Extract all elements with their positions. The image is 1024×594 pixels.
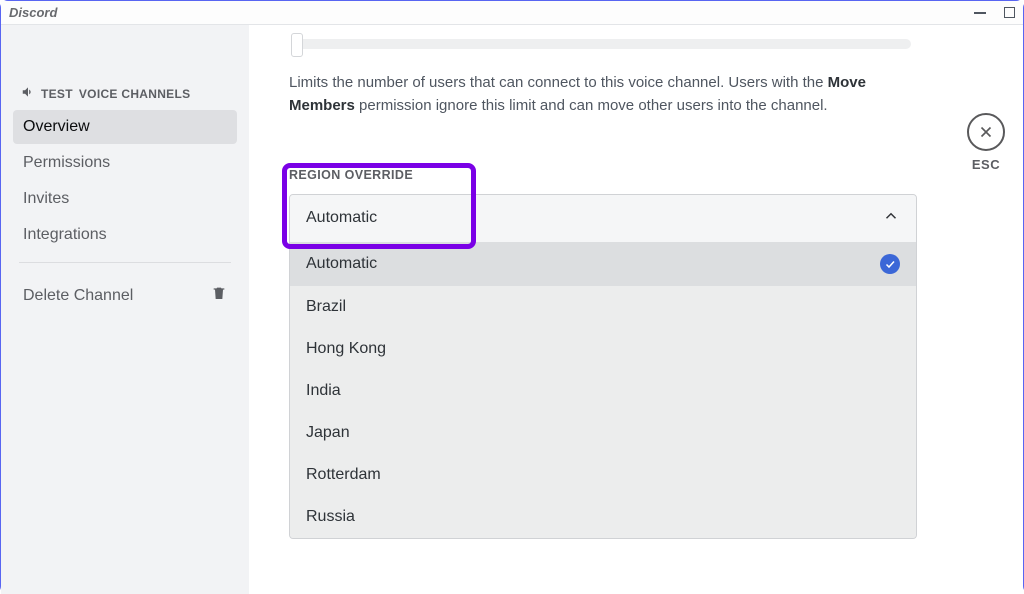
volume-icon — [21, 85, 35, 102]
sidebar-item-invites[interactable]: Invites — [13, 182, 237, 216]
window-minimize-button[interactable] — [974, 12, 986, 14]
close-icon — [967, 113, 1005, 151]
option-label: Hong Kong — [306, 340, 386, 358]
sidebar-item-label: Permissions — [23, 154, 110, 171]
close-settings[interactable]: ESC — [967, 113, 1005, 172]
chevron-up-icon — [882, 207, 900, 230]
user-limit-slider-row — [289, 33, 963, 49]
help-post: permission ignore this limit and can mov… — [355, 97, 828, 114]
settings-content: Limits the number of users that can conn… — [249, 25, 1023, 594]
option-label: Brazil — [306, 298, 346, 316]
sidebar-item-overview[interactable]: Overview — [13, 110, 237, 144]
app-body: TEST VOICE CHANNELS Overview Permissions… — [1, 25, 1023, 594]
dropdown-option-hongkong[interactable]: Hong Kong — [290, 328, 916, 370]
dropdown-option-japan[interactable]: Japan — [290, 412, 916, 454]
region-override-label: REGION OVERRIDE — [289, 168, 963, 182]
user-limit-slider[interactable] — [291, 39, 911, 49]
sidebar-item-permissions[interactable]: Permissions — [13, 146, 237, 180]
trash-icon — [211, 285, 227, 306]
window-controls — [974, 7, 1015, 18]
sidebar-item-label: Invites — [23, 190, 69, 207]
dropdown-option-automatic[interactable]: Automatic — [290, 242, 916, 286]
help-pre: Limits the number of users that can conn… — [289, 74, 828, 91]
app-title: Discord — [9, 5, 57, 20]
sidebar-header: TEST VOICE CHANNELS — [13, 85, 237, 110]
dropdown-list[interactable]: Automatic Brazil Hong Kong India Japan — [290, 242, 916, 538]
sidebar-header-label: VOICE CHANNELS — [79, 87, 191, 101]
dropdown-option-russia[interactable]: Russia — [290, 496, 916, 538]
sidebar-header-prefix: TEST — [41, 87, 73, 101]
option-label: Japan — [306, 424, 350, 442]
sidebar-item-integrations[interactable]: Integrations — [13, 218, 237, 252]
delete-label: Delete Channel — [23, 287, 133, 305]
check-icon — [880, 254, 900, 274]
slider-thumb[interactable] — [291, 33, 303, 57]
option-label: Russia — [306, 508, 355, 526]
dropdown-option-rotterdam[interactable]: Rotterdam — [290, 454, 916, 496]
dropdown-selected[interactable]: Automatic — [290, 195, 916, 242]
window-titlebar: Discord — [1, 1, 1023, 25]
option-label: Automatic — [306, 255, 377, 273]
sidebar-item-label: Integrations — [23, 226, 107, 243]
dropdown-selected-label: Automatic — [306, 209, 377, 227]
dropdown-option-brazil[interactable]: Brazil — [290, 286, 916, 328]
sidebar-divider — [19, 262, 231, 263]
region-override-dropdown: Automatic Automatic Brazil Hong Kong — [289, 194, 917, 539]
option-label: India — [306, 382, 341, 400]
esc-label: ESC — [972, 157, 1000, 172]
option-label: Rotterdam — [306, 466, 381, 484]
sidebar-delete-channel[interactable]: Delete Channel — [13, 277, 237, 314]
dropdown-option-india[interactable]: India — [290, 370, 916, 412]
settings-sidebar: TEST VOICE CHANNELS Overview Permissions… — [1, 25, 249, 594]
user-limit-help-text: Limits the number of users that can conn… — [289, 71, 929, 118]
window-maximize-button[interactable] — [1004, 7, 1015, 18]
sidebar-item-label: Overview — [23, 118, 90, 135]
